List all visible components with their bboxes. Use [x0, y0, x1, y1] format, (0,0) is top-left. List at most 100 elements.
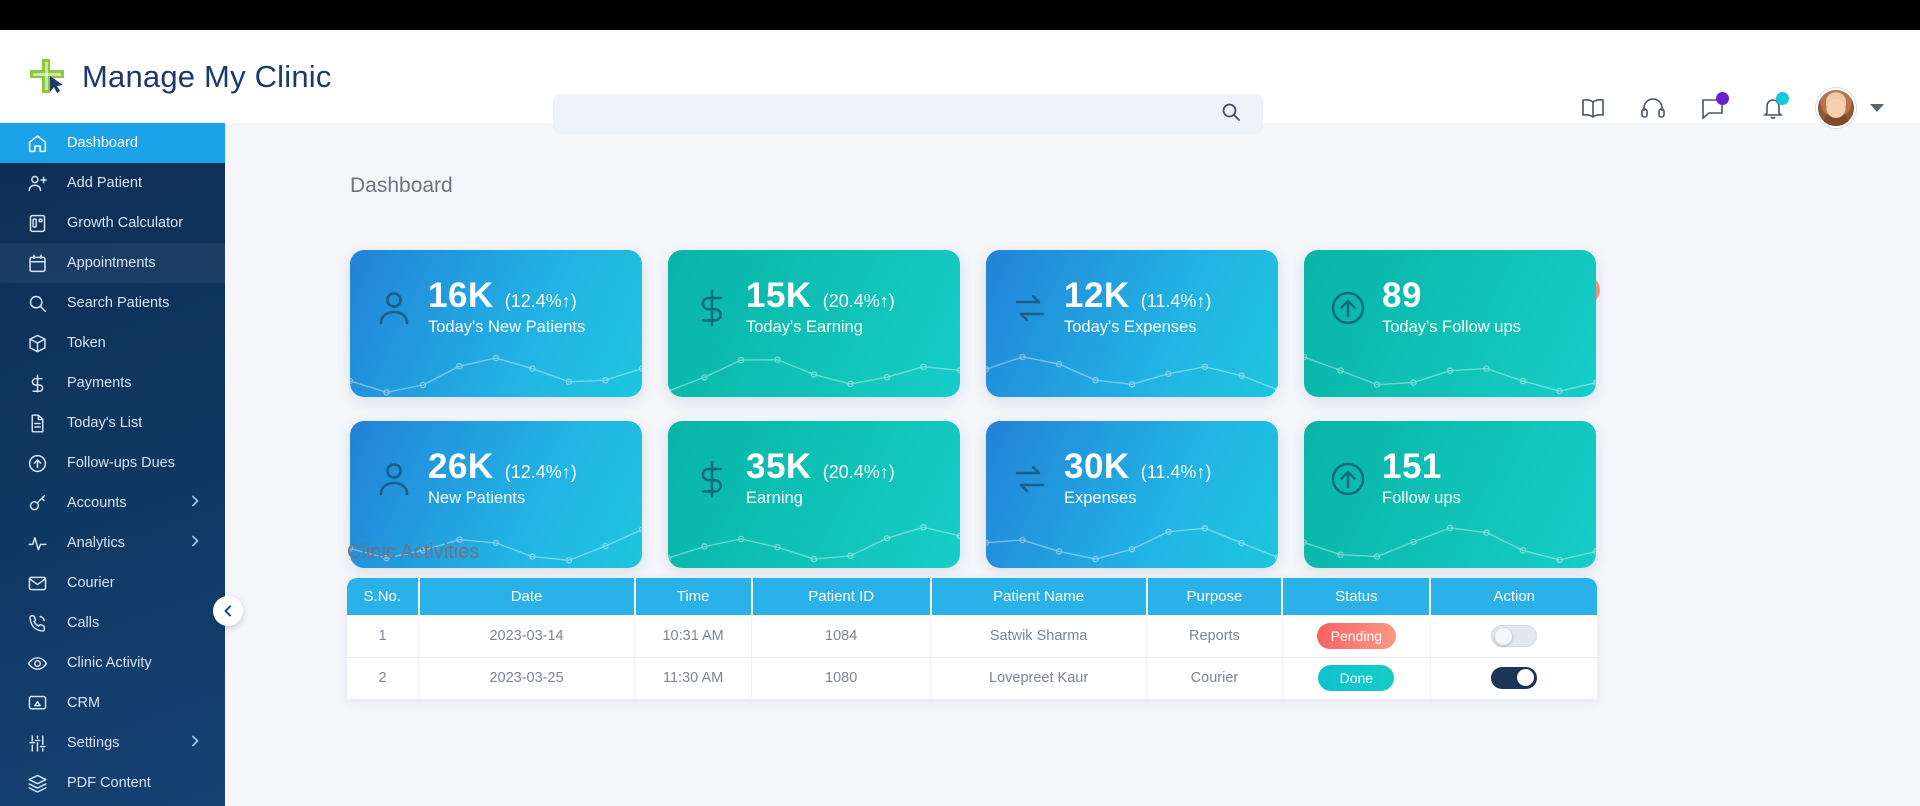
stat-value: 15K	[746, 276, 812, 315]
exchange-icon	[1008, 286, 1052, 330]
sidebar-item-dashboard[interactable]: Dashboard	[0, 123, 225, 163]
bell-icon[interactable]	[1756, 91, 1790, 125]
column-header-s-no[interactable]: S.No.	[347, 578, 420, 615]
sidebar-item-appointments[interactable]: Appointments	[0, 243, 225, 283]
mail-icon	[26, 572, 48, 594]
sidebar-item-add-patient[interactable]: Add Patient	[0, 163, 225, 203]
arrow-up-circle-icon	[26, 452, 48, 474]
cell-status: Done	[1282, 657, 1431, 700]
sidebar-item-clinic-activity[interactable]: Clinic Activity	[0, 643, 225, 683]
column-header-action[interactable]: Action	[1430, 578, 1597, 615]
stat-value: 30K	[1064, 447, 1130, 486]
dollar-icon	[690, 286, 734, 330]
stat-card-expenses[interactable]: 30K (11.4%↑) Expenses	[986, 421, 1278, 568]
card-sparkline	[668, 524, 960, 563]
sidebar-item-label: Follow-ups Dues	[67, 455, 175, 471]
chat-icon[interactable]	[1696, 91, 1730, 125]
sidebar-item-label: Token	[67, 335, 106, 351]
chevron-right-icon[interactable]	[189, 735, 201, 751]
search-input[interactable]	[553, 94, 1221, 134]
sidebar-item-label: Appointments	[67, 255, 156, 271]
card-sparkline	[668, 356, 960, 395]
sidebar-item-calls[interactable]: Calls	[0, 603, 225, 643]
action-toggle[interactable]	[1490, 624, 1537, 647]
sidebar-item-settings[interactable]: Settings	[0, 723, 225, 763]
sidebar-collapse-button[interactable]	[213, 596, 243, 626]
chevron-down-icon[interactable]	[1870, 104, 1884, 112]
headset-icon[interactable]	[1636, 91, 1670, 125]
sidebar-item-analytics[interactable]: Analytics	[0, 523, 225, 563]
sidebar-item-follow-ups-dues[interactable]: Follow-ups Dues	[0, 443, 225, 483]
stat-card-earning[interactable]: 35K (20.4%↑) Earning	[668, 421, 960, 568]
cell-patient-id: 1080	[751, 657, 932, 700]
cell-time: 10:31 AM	[634, 615, 753, 658]
cell-date: 2023-03-25	[418, 657, 635, 700]
stat-value: 16K	[428, 276, 494, 315]
sidebar-item-label: Analytics	[67, 535, 126, 551]
sidebar-item-growth-calculator[interactable]: Growth Calculator	[0, 203, 225, 243]
stat-card-today-s-follow-ups[interactable]: 89 Today's Follow ups	[1304, 250, 1596, 397]
search-icon[interactable]	[1221, 102, 1241, 127]
clinic-logo-icon	[26, 55, 70, 99]
sidebar-item-accounts[interactable]: Accounts	[0, 483, 225, 523]
sidebar-item-search-patients[interactable]: Search Patients	[0, 283, 225, 323]
column-header-time[interactable]: Time	[634, 578, 753, 615]
action-toggle[interactable]	[1490, 667, 1537, 689]
page-title: Dashboard	[350, 174, 453, 197]
pulse-icon	[26, 532, 48, 554]
column-header-patient-name[interactable]: Patient Name	[930, 578, 1148, 615]
cell-purpose: Courier	[1146, 657, 1283, 700]
stat-card-follow-ups[interactable]: 151 Follow ups	[1304, 421, 1596, 568]
chevron-right-icon[interactable]	[189, 495, 201, 511]
card-sparkline	[986, 353, 1278, 393]
sidebar-item-label: Dashboard	[67, 135, 138, 151]
cell-action	[1430, 615, 1597, 658]
sidebar-item-today-s-list[interactable]: Today's List	[0, 403, 225, 443]
document-icon	[26, 412, 48, 434]
sidebar-item-crm[interactable]: CRM	[0, 683, 225, 723]
stat-change: (12.4%↑)	[504, 462, 577, 482]
sidebar-item-courier[interactable]: Courier	[0, 563, 225, 603]
stat-change: (20.4%↑)	[822, 291, 895, 311]
sidebar-item-label: Clinic Activity	[67, 655, 152, 671]
home-icon	[26, 132, 48, 154]
cell-sno: 1	[347, 615, 420, 658]
column-header-status[interactable]: Status	[1282, 578, 1432, 615]
dollar-icon	[26, 372, 48, 394]
table-row[interactable]: 2 2023-03-25 11:30 AM 1080 Lovepreet Kaur Cou…	[347, 657, 1597, 700]
user-icon	[372, 457, 416, 501]
section-title-clinic-activities: Clinic Activities	[347, 541, 480, 563]
stat-change: (11.4%↑)	[1140, 291, 1212, 311]
column-header-patient-id[interactable]: Patient ID	[751, 578, 932, 615]
main-content: Dashboard Customisation 16K (12.4%↑) Tod…	[225, 123, 1920, 806]
cell-patient-name: Lovepreet Kaur	[930, 657, 1148, 700]
sidebar-item-label: PDF Content	[67, 775, 151, 791]
cell-purpose: Reports	[1146, 615, 1283, 658]
sidebar-item-payments[interactable]: Payments	[0, 363, 225, 403]
top-header: Manage My Clinic	[0, 30, 1920, 134]
stat-change: (11.4%↑)	[1140, 462, 1212, 482]
dollar-icon	[690, 457, 734, 501]
brand[interactable]: Manage My Clinic	[26, 55, 332, 99]
sidebar-list: Dashboard Add Patient Growth Calculator App…	[0, 123, 225, 803]
sidebar-item-label: Today's List	[67, 415, 143, 431]
stat-value: 26K	[428, 447, 494, 486]
cell-sno: 2	[347, 657, 420, 700]
sidebar-item-pdf-content[interactable]: PDF Content	[0, 763, 225, 803]
stat-card-today-s-expenses[interactable]: 12K (11.4%↑) Today's Expenses	[986, 250, 1278, 397]
arrow-up-circle-icon	[1326, 457, 1370, 501]
avatar[interactable]	[1816, 88, 1856, 128]
chevron-right-icon[interactable]	[189, 535, 201, 551]
stat-card-today-s-new-patients[interactable]: 16K (12.4%↑) Today's New Patients	[350, 250, 642, 397]
card-sparkline	[1304, 524, 1596, 564]
column-header-date[interactable]: Date	[418, 578, 636, 615]
search-bar[interactable]	[553, 94, 1263, 134]
calendar-icon	[26, 252, 48, 274]
column-header-purpose[interactable]: Purpose	[1146, 578, 1284, 615]
book-icon[interactable]	[1576, 91, 1610, 125]
cell-patient-id: 1084	[751, 615, 932, 658]
exchange-icon	[1008, 457, 1052, 501]
table-row[interactable]: 1 2023-03-14 10:31 AM 1084 Satwik Sharma Repo…	[347, 615, 1597, 658]
sidebar-item-token[interactable]: Token	[0, 323, 225, 363]
stat-card-today-s-earning[interactable]: 15K (20.4%↑) Today's Earning	[668, 250, 960, 397]
